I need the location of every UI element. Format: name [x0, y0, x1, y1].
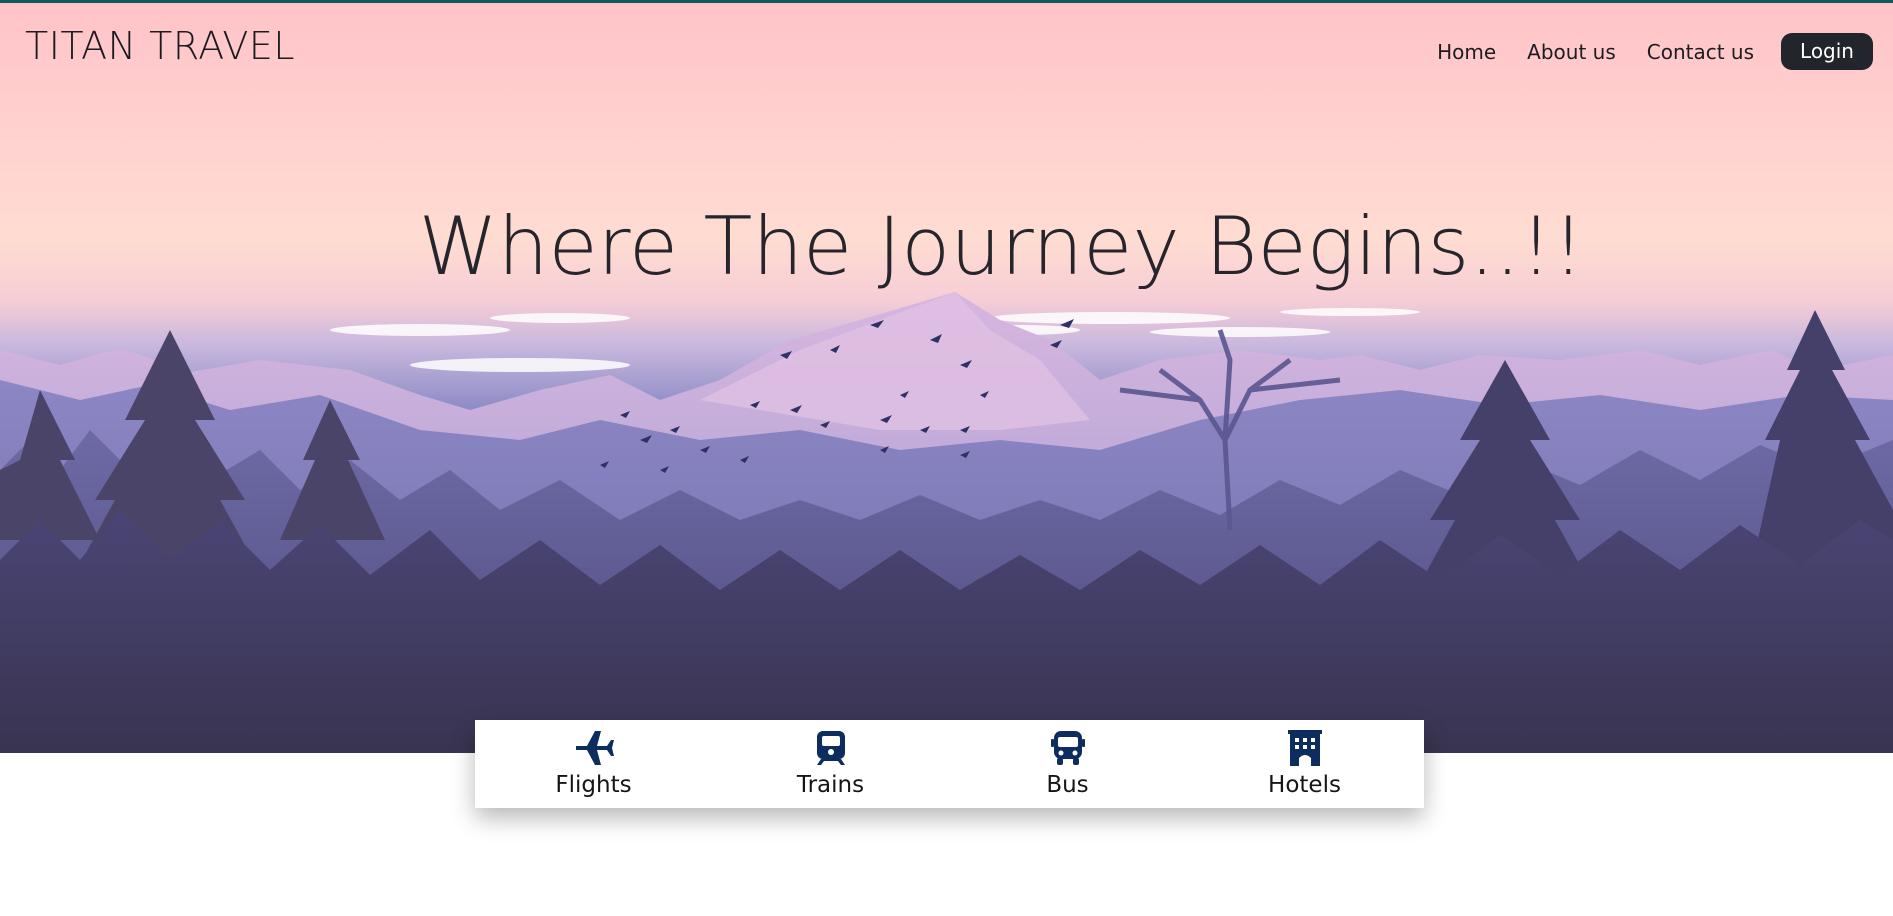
login-button[interactable]: Login	[1781, 33, 1873, 70]
tab-trains[interactable]: Trains	[712, 720, 949, 808]
train-icon	[809, 728, 853, 768]
nav-link-about[interactable]: About us	[1527, 40, 1616, 64]
brand-logo[interactable]: TITAN TRAVEL	[25, 24, 295, 68]
nav-link-contact[interactable]: Contact us	[1647, 40, 1754, 64]
top-accent-line	[0, 0, 1893, 3]
tab-hotels[interactable]: Hotels	[1186, 720, 1423, 808]
hero-banner	[0, 0, 1893, 753]
tab-bus[interactable]: Bus	[949, 720, 1186, 808]
tab-flights[interactable]: Flights	[475, 720, 712, 808]
tab-label-trains: Trains	[796, 772, 865, 798]
hero-headline: Where The Journey Begins..!!	[0, 200, 1893, 293]
nav-link-home[interactable]: Home	[1437, 40, 1496, 64]
hotel-icon	[1283, 728, 1327, 768]
tab-label-bus: Bus	[1046, 772, 1089, 798]
service-tabs: Flights Trains Bus Hotels	[475, 720, 1424, 808]
plane-icon	[572, 728, 616, 768]
landscape-illustration	[0, 292, 1893, 753]
bus-icon	[1046, 728, 1090, 768]
tab-label-hotels: Hotels	[1268, 772, 1341, 798]
hero-headline-text: Where The Journey Begins..!!	[418, 200, 1585, 293]
main-nav: Home About us Contact us Login	[1437, 33, 1873, 70]
tab-label-flights: Flights	[555, 772, 632, 798]
